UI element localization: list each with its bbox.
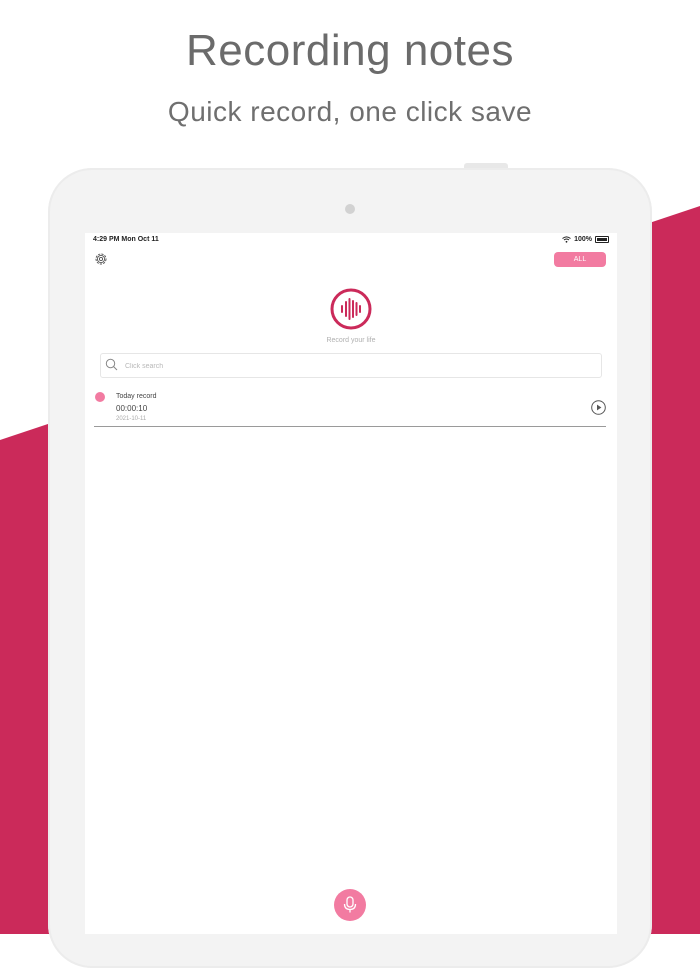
sound-wave-icon [330, 288, 372, 330]
play-button[interactable] [591, 400, 606, 415]
record-date: 2021-10-11 [116, 416, 147, 422]
search-bar [100, 353, 602, 378]
record-button[interactable] [334, 889, 366, 921]
play-icon [591, 400, 606, 415]
hero-subtitle: Quick record, one click save [167, 96, 533, 127]
record-list-item[interactable]: Today record 00:00:10 2021-10-11 [94, 386, 606, 427]
brand-tagline: Record your life [326, 337, 376, 344]
settings-button[interactable] [94, 252, 108, 266]
microphone-icon [343, 896, 357, 913]
filter-all-button[interactable]: ALL [554, 252, 606, 267]
search-icon [105, 358, 118, 371]
search-input[interactable] [123, 356, 597, 376]
hero-title: Recording notes [186, 26, 514, 75]
battery-icon [595, 236, 609, 243]
record-status-dot [95, 392, 105, 402]
status-time: 4:29 PM Mon Oct 11 [93, 236, 159, 243]
status-indicators: 100% [562, 236, 609, 243]
gear-icon [95, 253, 107, 265]
wifi-icon [562, 236, 571, 243]
record-duration: 00:00:10 [116, 404, 148, 413]
device-camera [345, 204, 355, 214]
record-title: Today record [116, 393, 157, 400]
battery-percent: 100% [574, 236, 592, 243]
app-screen: 4:29 PM Mon Oct 11 100% ALL Record your … [85, 233, 617, 934]
status-bar: 4:29 PM Mon Oct 11 100% [85, 233, 617, 249]
